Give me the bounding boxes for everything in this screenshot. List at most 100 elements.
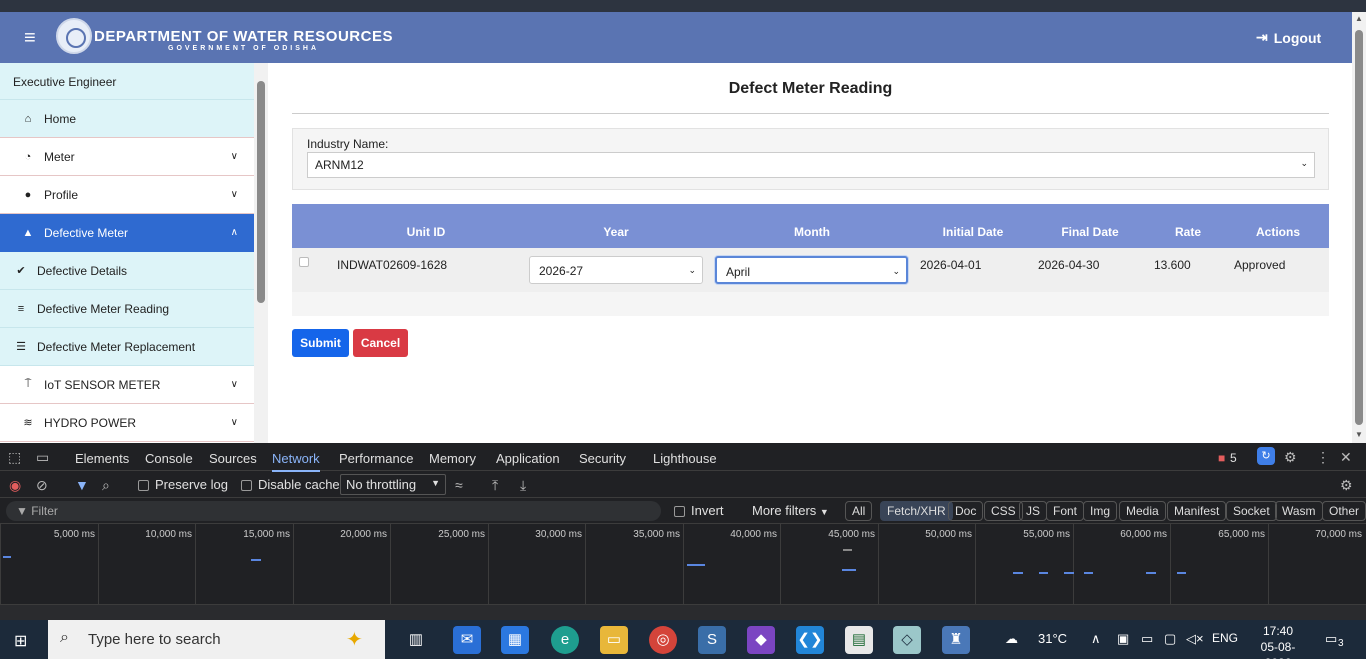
more-filters-dropdown[interactable]: More filters ▼ xyxy=(752,503,829,518)
sidebar-item-meter[interactable]: ◔ Meter ∨ xyxy=(0,138,254,176)
tab-memory[interactable]: Memory xyxy=(429,451,476,466)
cancel-button[interactable]: Cancel xyxy=(353,329,408,357)
app-header: ≡ DEPARTMENT OF WATER RESOURCES GOVERNME… xyxy=(0,12,1352,63)
download-icon[interactable]: ⤓ xyxy=(520,477,526,494)
timeline-tick: 10,000 ms xyxy=(98,524,195,604)
more-options-icon[interactable]: ⋮ xyxy=(1316,449,1330,466)
record-icon[interactable]: ◉ xyxy=(9,477,21,494)
extension-icon[interactable]: ↻ xyxy=(1257,447,1275,465)
device-toolbar-icon[interactable]: ▭ xyxy=(36,449,49,466)
tab-sources[interactable]: Sources xyxy=(209,451,257,466)
filter-chip-css[interactable]: CSS xyxy=(984,501,1023,521)
filter-chip-fetch-xhr[interactable]: Fetch/XHR xyxy=(880,501,953,521)
filter-chip-manifest[interactable]: Manifest xyxy=(1167,501,1227,521)
filter-chip-media[interactable]: Media xyxy=(1119,501,1166,521)
file-explorer-icon[interactable]: ▭ xyxy=(600,626,628,654)
network-icon[interactable]: ▢ xyxy=(1164,631,1176,647)
sidebar-scrollbar-thumb[interactable] xyxy=(257,81,265,303)
issues-icon[interactable]: ■ xyxy=(1218,451,1225,465)
weather-temp[interactable]: 31°C xyxy=(1038,631,1067,646)
sidebar-item-iot-sensor-meter[interactable]: ⍑ IoT SENSOR METER ∨ xyxy=(0,366,254,404)
language-indicator[interactable]: ENG xyxy=(1212,631,1238,645)
search-icon[interactable]: ⌕ xyxy=(102,477,110,494)
industry-select-value: ARNM12 xyxy=(315,158,364,172)
network-timeline[interactable]: 5,000 ms 10,000 ms 15,000 ms 20,000 ms 2… xyxy=(0,524,1366,604)
tab-console[interactable]: Console xyxy=(145,451,193,466)
close-icon[interactable]: ✕ xyxy=(1340,449,1352,466)
tab-network[interactable]: Network xyxy=(272,451,320,472)
page-scrollbar-thumb[interactable] xyxy=(1355,30,1363,425)
sidebar-item-defective-meter-replacement[interactable]: ☰ Defective Meter Replacement xyxy=(0,328,254,366)
issues-count[interactable]: 5 xyxy=(1230,451,1237,465)
filter-chip-socket[interactable]: Socket xyxy=(1226,501,1277,521)
tab-performance[interactable]: Performance xyxy=(339,451,413,466)
filter-chip-font[interactable]: Font xyxy=(1046,501,1085,521)
month-select[interactable]: April ⌄ xyxy=(715,256,908,284)
meet-icon[interactable]: ▣ xyxy=(1117,631,1129,647)
logout-button[interactable]: ⇥ Logout xyxy=(1256,29,1321,46)
tick-label: 50,000 ms xyxy=(925,529,972,540)
inspect-element-icon[interactable]: ⬚ xyxy=(8,449,21,466)
filter-input[interactable]: ▼ Filter xyxy=(6,501,661,521)
scroll-down-icon[interactable]: ▼ xyxy=(1355,430,1363,439)
row-checkbox[interactable] xyxy=(299,257,309,267)
tab-security[interactable]: Security xyxy=(579,451,626,466)
sublime-icon[interactable]: S xyxy=(698,626,726,654)
store-icon[interactable]: ▦ xyxy=(501,626,529,654)
show-hidden-icons[interactable]: ∧ xyxy=(1091,631,1101,647)
notifications-icon[interactable]: ▭ xyxy=(1325,631,1337,647)
settings-gear-icon[interactable]: ⚙ xyxy=(1284,449,1297,466)
postgres-icon[interactable]: ♜ xyxy=(942,626,970,654)
filter-chip-js[interactable]: JS xyxy=(1019,501,1048,521)
taskbar-search[interactable]: ⌕ Type here to search ✦ xyxy=(48,620,385,659)
volume-muted-icon[interactable]: ◁× xyxy=(1186,631,1204,647)
throttling-select[interactable]: No throttling ▼ xyxy=(340,474,446,495)
excel-icon[interactable]: ▤ xyxy=(845,626,873,654)
windows-taskbar: ⊞ ⌕ Type here to search ✦ ▥ ✉ ▦ e ▭ ◎ S … xyxy=(0,620,1366,670)
hamburger-menu-icon[interactable]: ≡ xyxy=(24,27,36,50)
scroll-up-icon[interactable]: ▲ xyxy=(1355,14,1363,23)
filter-chip-doc[interactable]: Doc xyxy=(948,501,984,521)
clear-icon[interactable]: ⊘ xyxy=(36,477,48,494)
disable-cache-checkbox[interactable]: Disable cache xyxy=(241,477,340,492)
industry-select[interactable]: ARNM12 ⌄ xyxy=(307,152,1315,178)
clock[interactable]: 17:40 05-08-2026 xyxy=(1248,623,1308,671)
battery-icon[interactable]: ▭ xyxy=(1141,631,1153,647)
vscode-icon[interactable]: ❮❯ xyxy=(796,626,824,654)
windows-start-icon[interactable]: ⊞ xyxy=(14,631,27,651)
chrome-icon[interactable]: ◎ xyxy=(649,626,677,654)
page-scrollbar[interactable]: ▲ ▼ xyxy=(1352,12,1366,443)
tab-application[interactable]: Application xyxy=(496,451,560,466)
sidebar-item-profile[interactable]: ● Profile ∨ xyxy=(0,176,254,214)
invert-checkbox[interactable]: Invert xyxy=(674,503,724,518)
network-conditions-icon[interactable]: ≈ xyxy=(455,477,463,493)
task-view-icon[interactable]: ▥ xyxy=(402,626,430,654)
visual-studio-icon[interactable]: ◆ xyxy=(747,626,775,654)
app-icon[interactable]: ◇ xyxy=(893,626,921,654)
filter-icon[interactable]: ▼ xyxy=(75,477,89,493)
tab-lighthouse[interactable]: Lighthouse xyxy=(653,451,717,466)
filter-chip-img[interactable]: Img xyxy=(1083,501,1118,521)
sidebar-item-defective-meter-reading[interactable]: ≡ Defective Meter Reading xyxy=(0,290,254,328)
filter-chip-wasm[interactable]: Wasm xyxy=(1275,501,1323,521)
waves-icon: ≋ xyxy=(23,417,33,429)
tick-label: 20,000 ms xyxy=(340,529,387,540)
preserve-log-checkbox[interactable]: Preserve log xyxy=(138,477,228,492)
edge-icon[interactable]: e xyxy=(551,626,579,654)
filter-chip-all[interactable]: All xyxy=(845,501,873,521)
sidebar-item-defective-details[interactable]: ✔ Defective Details xyxy=(0,252,254,290)
outlook-icon[interactable]: ✉ xyxy=(453,626,481,654)
network-settings-icon[interactable]: ⚙ xyxy=(1340,477,1353,494)
filter-chip-other[interactable]: Other xyxy=(1322,501,1366,521)
odisha-emblem-logo xyxy=(56,18,92,54)
tab-elements[interactable]: Elements xyxy=(75,451,129,466)
sidebar-item-home[interactable]: ⌂ Home xyxy=(0,100,254,138)
weather-icon[interactable]: ☁ xyxy=(1005,631,1018,647)
submit-button[interactable]: Submit xyxy=(292,329,349,357)
year-select[interactable]: 2026-27 ⌄ xyxy=(529,256,703,284)
sidebar-item-hydro-power[interactable]: ≋ HYDRO POWER ∨ xyxy=(0,404,254,442)
upload-icon[interactable]: ⤒ xyxy=(492,477,498,494)
sidebar-scrollbar[interactable] xyxy=(254,63,268,443)
sidebar-item-defective-meter[interactable]: ▲ Defective Meter ∧ xyxy=(0,214,254,252)
request-bar xyxy=(1146,572,1156,574)
